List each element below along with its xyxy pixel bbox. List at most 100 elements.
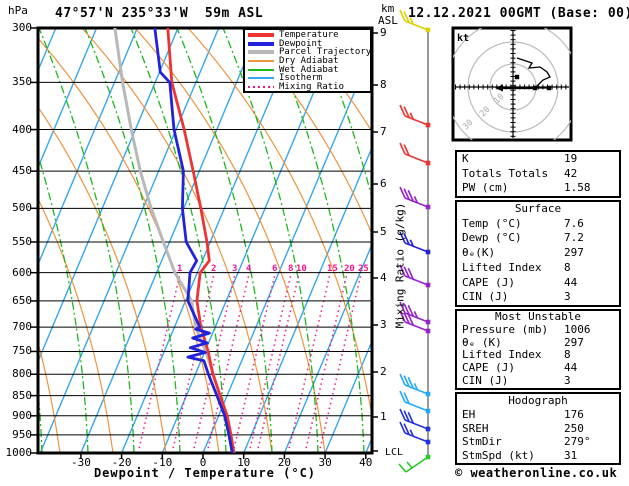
stats-value: 3 — [564, 374, 571, 388]
km-tick-label: 2 — [380, 365, 387, 378]
pressure-tick-label: 700 — [12, 320, 32, 334]
wind-barb — [399, 142, 431, 166]
stats-row: StmSpd (kt) 31 — [457, 449, 619, 463]
stats-label: CIN (J) — [462, 290, 509, 304]
stats-value: 19 — [564, 152, 578, 165]
stats-value: 8 — [564, 260, 571, 274]
stats-row: Temp (°C) 7.6 — [457, 217, 619, 232]
stats-value: 7.6 — [564, 216, 584, 230]
copyright-text: © weatheronline.co.uk — [455, 466, 618, 480]
temp-tick-label: -30 — [70, 456, 91, 469]
wind-barb — [398, 454, 431, 473]
mixing-ratio-label: 4 — [246, 264, 252, 274]
stats-row: θₑ(K) 297 — [457, 246, 619, 261]
mixing-ratio-label: 10 — [296, 264, 307, 274]
pressure-tick-label: 300 — [12, 21, 32, 34]
stats-row: Lifted Index 8 — [457, 261, 619, 276]
temp-tick-label: -10 — [152, 456, 173, 469]
legend-swatch — [248, 85, 274, 88]
mixing-ratio-label: 25 — [358, 264, 369, 274]
stats-label: Totals Totals — [462, 166, 549, 180]
temp-tick-label: 40 — [359, 456, 373, 469]
stats-table: Hodograph EH 176 SREH 250 StmDir 279° StmSpd (k… — [455, 392, 621, 465]
pressure-unit-label: hPa — [8, 4, 28, 17]
stats-label: θₑ(K) — [462, 246, 496, 260]
pressure-tick-label: 900 — [12, 408, 32, 422]
km-tick-label: 1 — [380, 410, 387, 423]
km-tick-label: 4 — [380, 271, 387, 284]
stats-value: 279° — [564, 435, 591, 449]
temp-tick-label: 30 — [318, 456, 332, 469]
pressure-tick-label: 500 — [12, 201, 32, 215]
stats-label: Lifted Index — [462, 260, 542, 274]
wind-barb — [399, 104, 431, 128]
legend-row: Mixing Ratio — [248, 81, 370, 92]
stats-label: SREH — [462, 421, 489, 435]
mixing-ratio-label: 2 — [211, 264, 216, 274]
stats-value: 1.58 — [564, 181, 591, 195]
temp-tick-label: 10 — [237, 456, 251, 469]
stats-label: StmSpd (kt) — [462, 449, 535, 463]
km-tick-label: 8 — [380, 78, 387, 91]
km-tick-label: 9 — [380, 26, 387, 39]
legend-swatch — [248, 60, 274, 63]
hodograph-marker — [546, 85, 552, 91]
stats-label: K — [462, 152, 469, 165]
stats-row: K 19 — [457, 152, 619, 167]
hodograph-marker — [514, 74, 520, 80]
stats-row: Totals Totals 42 — [457, 167, 619, 182]
pressure-tick-label: 800 — [12, 367, 32, 381]
mixing-ratio-label: 6 — [272, 264, 277, 274]
stats-table-header: Most Unstable — [494, 310, 582, 323]
stats-value: 31 — [564, 449, 578, 463]
stats-label: CAPE (J) — [462, 275, 515, 289]
stats-table: K 19 Totals Totals 42 PW (cm) 1.58 — [455, 150, 621, 198]
hodograph-unit-label: kt — [457, 33, 469, 44]
pressure-tick-label: 850 — [12, 388, 32, 402]
stats-value: 250 — [564, 421, 584, 435]
legend: Temperature Dewpoint Parcel Trajectory Dry … — [243, 28, 372, 93]
pressure-tick-label: 950 — [12, 427, 32, 441]
stats-row: PW (cm) 1.58 — [457, 181, 619, 196]
stats-value: 3 — [564, 290, 571, 304]
mixing-ratio-label: 3 — [232, 264, 237, 274]
legend-label: Mixing Ratio — [279, 81, 345, 92]
stats-label: PW (cm) — [462, 181, 509, 195]
pressure-tick-label: 400 — [12, 122, 32, 136]
stats-label: StmDir — [462, 435, 502, 449]
temp-tick-label: -20 — [111, 456, 132, 469]
lcl-label: LCL — [385, 447, 404, 458]
stats-label: Temp (°C) — [462, 216, 522, 230]
stats-value: 7.2 — [564, 231, 584, 245]
wind-barb — [399, 421, 431, 445]
legend-swatch — [248, 77, 274, 80]
hodograph-panel: 102030kt — [451, 26, 573, 142]
stats-table: Most Unstable Pressure (mb) 1006 θₑ (K) 297 L… — [455, 309, 621, 390]
km-tick-label: 3 — [380, 318, 387, 331]
km-tick-label: 6 — [380, 177, 387, 190]
pressure-tick-label: 750 — [12, 344, 32, 358]
stats-table-header: Surface — [514, 202, 562, 215]
mixing-ratio-label: 8 — [288, 264, 293, 274]
right-axis-label: Mixing Ratio (g/kg) — [393, 202, 407, 329]
stats-row: EH 176 — [457, 408, 619, 422]
stats-label: EH — [462, 407, 476, 421]
pressure-tick-label: 1000 — [5, 446, 33, 459]
stats-value: 42 — [564, 166, 578, 180]
km-tick-label: 7 — [380, 125, 387, 138]
mixing-ratio-label: 1 — [177, 264, 182, 274]
pressure-tick-label: 600 — [12, 265, 32, 279]
mixing-ratio-label: 15 — [327, 264, 338, 274]
stats-label: Dewp (°C) — [462, 231, 522, 245]
stats-row: Pressure (mb) 1006 — [457, 322, 619, 337]
pressure-tick-label: 350 — [12, 75, 32, 89]
stats-value: 1006 — [564, 322, 591, 336]
mixing-ratio-label: 20 — [344, 264, 355, 274]
pressure-tick-label: 450 — [12, 164, 32, 178]
stats-row: CIN (J) 3 — [457, 290, 619, 305]
legend-swatch — [248, 50, 274, 55]
stats-row: StmDir 279° — [457, 435, 619, 449]
stats-row: CIN (J) 3 — [457, 374, 619, 388]
stats-table: Surface Temp (°C) 7.6 Dewp (°C) 7.2 θₑ(K) 297 L… — [455, 200, 621, 307]
stats-table-header: Hodograph — [508, 394, 568, 407]
